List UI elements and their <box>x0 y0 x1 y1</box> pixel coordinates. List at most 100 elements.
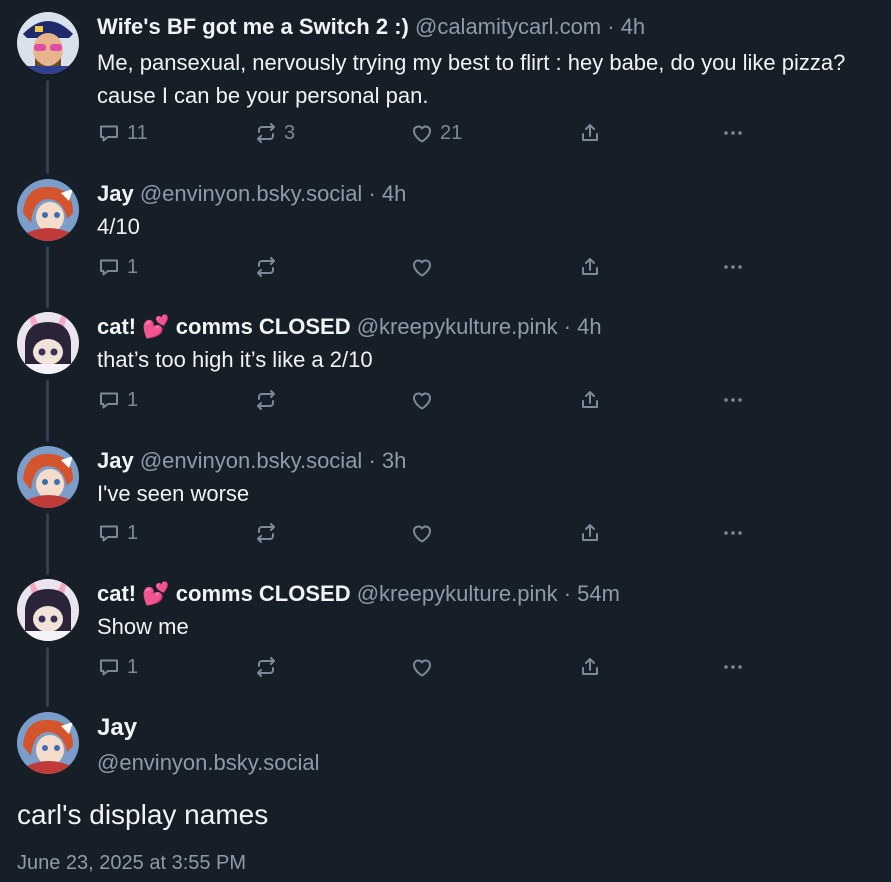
handle[interactable]: @envinyon.bsky.social <box>97 750 319 776</box>
reply-count: 1 <box>127 255 139 278</box>
avatar[interactable] <box>17 12 79 74</box>
reply-button[interactable]: 11 <box>97 118 148 148</box>
like-icon <box>410 388 434 412</box>
more-icon <box>721 388 745 412</box>
reply-button[interactable]: 1 <box>97 518 138 548</box>
share-button[interactable] <box>578 518 602 548</box>
like-button[interactable] <box>410 252 434 282</box>
reply-icon <box>97 521 121 545</box>
timestamp[interactable]: 4h <box>577 314 601 339</box>
more-icon <box>721 255 745 279</box>
reply-icon <box>97 655 121 679</box>
repost-icon <box>254 388 278 412</box>
display-name[interactable]: cat! 💕 comms CLOSED <box>97 581 351 606</box>
handle[interactable]: @envinyon.bsky.social <box>140 448 362 473</box>
repost-count: 3 <box>284 121 296 144</box>
display-name-part: comms CLOSED <box>169 581 351 606</box>
post-actions: 1 <box>97 518 757 548</box>
post-header: cat! 💕 comms CLOSED @kreepykulture.pink … <box>97 579 620 609</box>
like-button[interactable] <box>410 518 434 548</box>
display-name-part: cat! <box>97 581 143 606</box>
like-button[interactable]: 21 <box>410 118 462 148</box>
main-post: Jay @envinyon.bsky.social carl's display… <box>0 712 891 882</box>
reply-post[interactable]: cat! 💕 comms CLOSED @kreepykulture.pink … <box>0 579 891 699</box>
repost-icon <box>254 121 278 145</box>
more-button[interactable] <box>721 385 745 415</box>
post-date[interactable]: June 23, 2025 at 3:55 PM <box>17 852 246 875</box>
reply-post[interactable]: Wife's BF got me a Switch 2 :) @calamity… <box>0 12 891 162</box>
display-name[interactable]: Jay <box>97 448 134 473</box>
repost-icon <box>254 255 278 279</box>
reply-post[interactable]: cat! 💕 comms CLOSED @kreepykulture.pink … <box>0 312 891 432</box>
display-name[interactable]: Jay <box>97 714 137 742</box>
reply-icon <box>97 255 121 279</box>
repost-button[interactable] <box>254 518 278 548</box>
post-header: Jay @envinyon.bsky.social · 3h <box>97 446 406 476</box>
post-actions: 11 3 21 <box>97 118 757 148</box>
post-text: Show me <box>97 614 189 639</box>
post-header: cat! 💕 comms CLOSED @kreepykulture.pink … <box>97 312 602 342</box>
share-icon <box>578 655 602 679</box>
like-icon <box>410 655 434 679</box>
like-icon <box>410 521 434 545</box>
reply-button[interactable]: 1 <box>97 652 138 682</box>
post-header: Wife's BF got me a Switch 2 :) @calamity… <box>97 12 645 42</box>
avatar[interactable] <box>17 312 79 374</box>
avatar[interactable] <box>17 446 79 508</box>
handle[interactable]: @kreepykulture.pink <box>357 581 558 606</box>
reply-button[interactable]: 1 <box>97 252 138 282</box>
share-button[interactable] <box>578 252 602 282</box>
timestamp[interactable]: 54m <box>577 581 620 606</box>
separator: · <box>362 448 382 473</box>
timestamp[interactable]: 4h <box>621 14 645 39</box>
reply-icon <box>97 121 121 145</box>
display-name-part: cat! <box>97 314 143 339</box>
share-button[interactable] <box>578 385 602 415</box>
repost-icon <box>254 655 278 679</box>
separator: · <box>601 14 621 39</box>
post-header: Jay @envinyon.bsky.social · 4h <box>97 179 406 209</box>
separator: · <box>557 581 578 606</box>
post-text: I've seen worse <box>97 481 250 506</box>
reply-count: 11 <box>127 121 148 144</box>
more-icon <box>721 121 745 145</box>
handle[interactable]: @calamitycarl.com <box>415 14 601 39</box>
like-button[interactable] <box>410 652 434 682</box>
reply-post[interactable]: Jay @envinyon.bsky.social · 4h 4/10 1 <box>0 179 891 299</box>
repost-button[interactable] <box>254 652 278 682</box>
two-hearts-emoji: 💕 <box>142 314 170 339</box>
handle[interactable]: @kreepykulture.pink <box>357 314 558 339</box>
repost-button[interactable] <box>254 252 278 282</box>
display-name[interactable]: Jay <box>97 181 134 206</box>
handle[interactable]: @envinyon.bsky.social <box>140 181 362 206</box>
timestamp[interactable]: 4h <box>382 181 406 206</box>
share-button[interactable] <box>578 652 602 682</box>
reply-button[interactable]: 1 <box>97 385 138 415</box>
post-text: that’s too high it’s like a 2/10 <box>97 347 373 372</box>
like-button[interactable] <box>410 385 434 415</box>
display-name[interactable]: Wife's BF got me a Switch 2 :) <box>97 14 409 39</box>
reply-post[interactable]: Jay @envinyon.bsky.social · 3h I've seen… <box>0 446 891 566</box>
avatar[interactable] <box>17 579 79 641</box>
avatar[interactable] <box>17 179 79 241</box>
more-button[interactable] <box>721 118 745 148</box>
repost-button[interactable]: 3 <box>254 118 295 148</box>
two-hearts-emoji: 💕 <box>142 581 170 606</box>
post-actions: 1 <box>97 252 757 282</box>
share-button[interactable] <box>578 118 602 148</box>
display-name[interactable]: cat! 💕 comms CLOSED <box>97 314 351 339</box>
reply-icon <box>97 388 121 412</box>
avatar[interactable] <box>17 712 79 774</box>
post-actions: 1 <box>97 652 757 682</box>
repost-button[interactable] <box>254 385 278 415</box>
more-button[interactable] <box>721 252 745 282</box>
post-text: carl's display names <box>17 799 269 830</box>
more-button[interactable] <box>721 518 745 548</box>
reply-count: 1 <box>127 388 139 411</box>
reply-count: 1 <box>127 521 139 544</box>
share-icon <box>578 255 602 279</box>
more-button[interactable] <box>721 652 745 682</box>
timestamp[interactable]: 3h <box>382 448 406 473</box>
display-name-part: comms CLOSED <box>169 314 351 339</box>
reply-count: 1 <box>127 655 139 678</box>
